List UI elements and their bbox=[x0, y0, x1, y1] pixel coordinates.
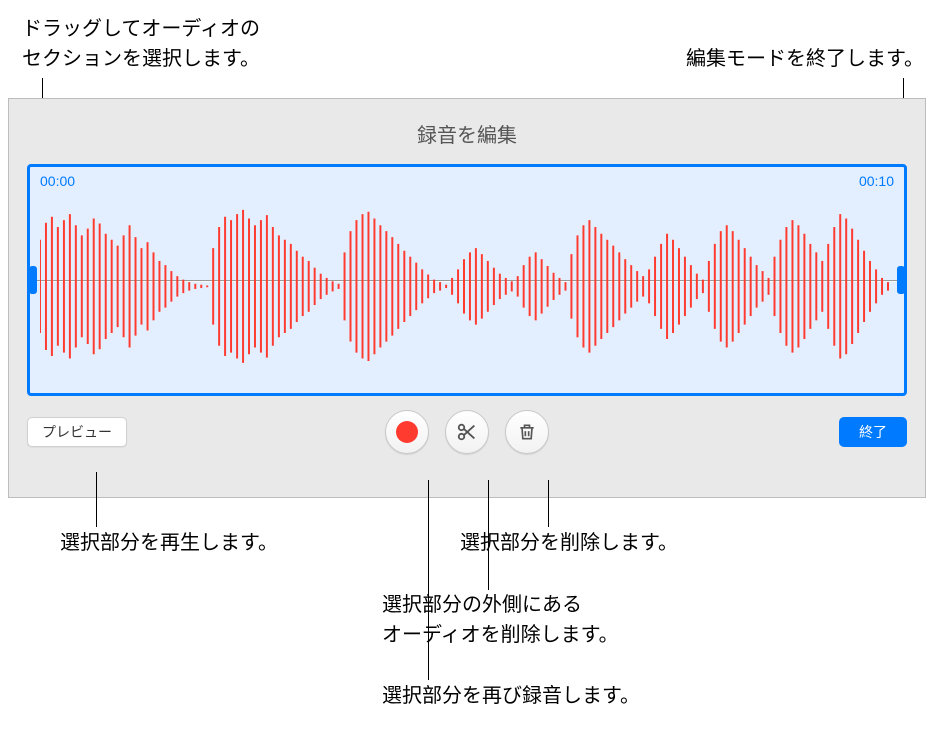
trim-button[interactable] bbox=[445, 410, 489, 454]
callout-trim-outside: 選択部分の外側にある オーディオを削除します。 bbox=[382, 590, 619, 650]
callout-line bbox=[488, 480, 489, 590]
callout-line bbox=[96, 472, 97, 527]
panel-title: 録音を編集 bbox=[9, 99, 925, 164]
callout-play-selection: 選択部分を再生します。 bbox=[60, 528, 278, 558]
editor-toolbar: プレビュー 終了 bbox=[9, 396, 925, 468]
time-start: 00:00 bbox=[40, 173, 75, 189]
time-end: 00:10 bbox=[859, 173, 894, 189]
selection-handle-left[interactable] bbox=[29, 266, 37, 294]
record-icon bbox=[396, 421, 418, 443]
waveform-selection-area[interactable]: 00:00 00:10 bbox=[27, 164, 907, 396]
callout-rerecord: 選択部分を再び録音します。 bbox=[382, 681, 640, 711]
selection-handle-right[interactable] bbox=[897, 266, 905, 294]
audio-editor-panel: 録音を編集 00:00 00:10 プレビュー bbox=[8, 98, 926, 498]
preview-button[interactable]: プレビュー bbox=[27, 417, 127, 447]
callout-delete-selection: 選択部分を削除します。 bbox=[460, 528, 678, 558]
record-button[interactable] bbox=[385, 410, 429, 454]
callout-exit-edit: 編集モードを終了します。 bbox=[686, 44, 924, 74]
callout-line bbox=[428, 480, 429, 680]
callout-line bbox=[548, 480, 549, 527]
waveform-display bbox=[40, 197, 894, 376]
trash-icon bbox=[517, 421, 537, 443]
scissors-icon bbox=[456, 421, 478, 443]
done-button[interactable]: 終了 bbox=[839, 417, 907, 447]
center-tools bbox=[385, 410, 549, 454]
callout-drag-select: ドラッグしてオーディオの セクションを選択します。 bbox=[22, 14, 260, 74]
delete-button[interactable] bbox=[505, 410, 549, 454]
